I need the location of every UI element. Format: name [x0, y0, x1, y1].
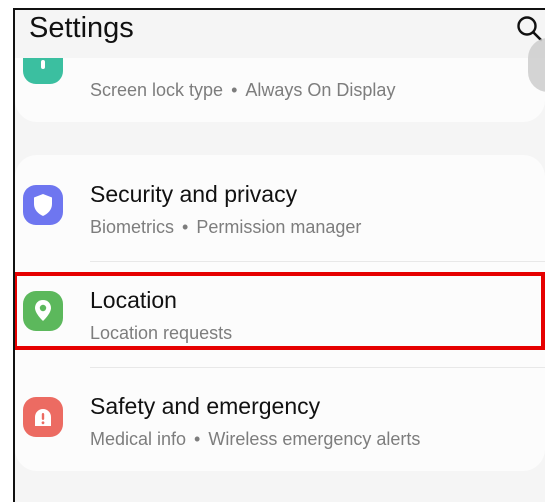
- security-and-privacy-title: Security and privacy: [90, 181, 298, 207]
- screenshot-left-margin: [0, 0, 14, 502]
- lock-screen-card: Screen lock type • Always On Display: [15, 58, 545, 122]
- settings-item-lock-screen[interactable]: Screen lock type • Always On Display: [15, 8, 545, 122]
- settings-item-safety-and-emergency[interactable]: Safety and emergency Medical info • Wirele…: [15, 367, 545, 473]
- safety-and-emergency-subtitle: Medical info • Wireless emergency alerts: [90, 429, 421, 449]
- lock-icon: [23, 58, 63, 84]
- alert-icon: [23, 397, 63, 437]
- screen-border-left: [13, 8, 15, 502]
- screen-border-top: [13, 8, 545, 10]
- safety-and-emergency-title: Safety and emergency: [90, 393, 321, 419]
- security-and-privacy-subtitle: Biometrics • Permission manager: [90, 217, 362, 237]
- lock-screen-subtitle: Screen lock type • Always On Display: [90, 80, 396, 100]
- shield-icon: [23, 185, 63, 225]
- settings-item-security-and-privacy[interactable]: Security and privacy Biometrics • Permissi…: [15, 155, 545, 261]
- location-highlight-box: [13, 272, 545, 350]
- settings-screen: Settings Screen lock type • Always On Disp…: [0, 0, 545, 502]
